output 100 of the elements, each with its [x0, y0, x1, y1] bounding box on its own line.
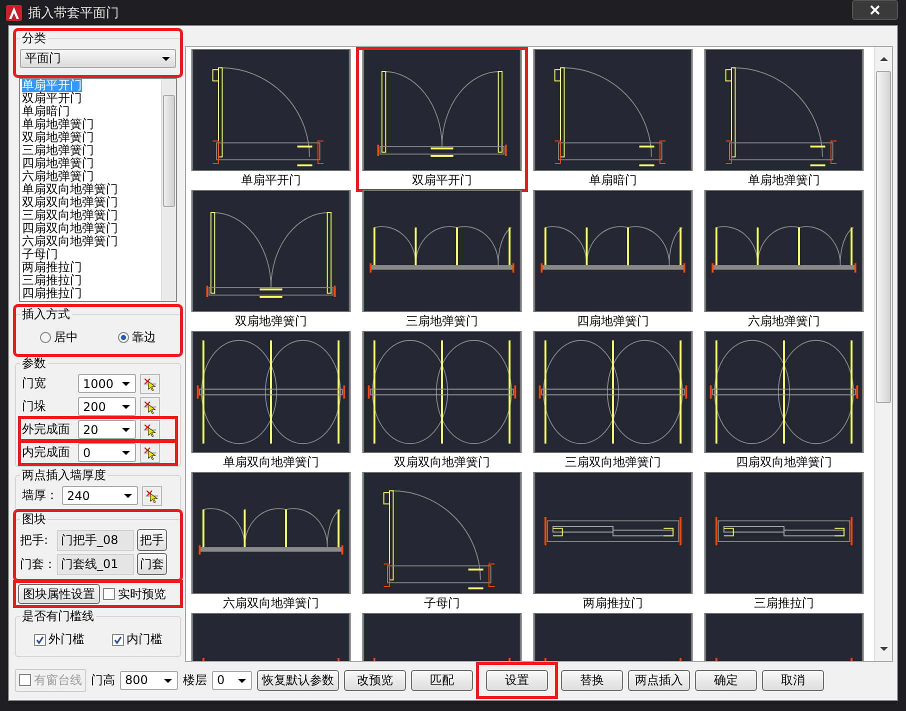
action-button[interactable]: 恢复默认参数 — [257, 670, 339, 690]
scrollbar[interactable] — [161, 79, 176, 301]
pick-button[interactable] — [140, 374, 160, 394]
choose-block-button[interactable]: 把手 — [137, 529, 167, 551]
door-type-label: 两扇推拉门 — [583, 595, 643, 612]
list-item[interactable]: 双扇双向地弹簧门 — [20, 196, 161, 209]
floor-dropdown[interactable]: 0 — [212, 670, 252, 690]
group-title: 插入方式 — [21, 306, 71, 323]
checkmark-icon — [112, 634, 122, 644]
caret-icon — [122, 405, 130, 409]
caret-icon — [122, 428, 130, 432]
list-item[interactable]: 两扇推拉门 — [20, 261, 161, 274]
door-type-label: 六扇地弹簧门 — [748, 313, 820, 330]
door-height-dropdown[interactable]: 800 — [120, 670, 178, 690]
door-type-label: 六扇双向地弹簧门 — [223, 595, 319, 612]
category-dropdown[interactable]: 平面门 — [20, 49, 176, 68]
threshold-checkbox[interactable]: 外门槛 — [34, 631, 84, 648]
list-item[interactable]: 四扇双向地弹簧门 — [20, 222, 161, 235]
list-item[interactable]: 双扇平开门 — [20, 92, 161, 105]
action-button[interactable]: 匹配 — [411, 670, 473, 690]
caret-icon — [238, 678, 246, 682]
caret-icon — [124, 494, 132, 498]
scroll-up-icon — [880, 57, 888, 61]
close-button[interactable] — [852, 0, 898, 20]
action-button[interactable]: 确定 — [695, 670, 757, 690]
door-type-label: 单扇平开门 — [241, 172, 301, 189]
action-button[interactable]: 改预览 — [344, 670, 406, 690]
field-label: 外完成面 — [22, 421, 71, 438]
field-label: 楼层 — [183, 672, 207, 688]
value-dropdown[interactable]: 200 — [78, 397, 136, 416]
radio-option[interactable]: 靠边 — [118, 329, 156, 346]
caret-icon — [122, 451, 130, 455]
window-title: 插入带套平面门 — [28, 4, 119, 22]
close-icon — [870, 5, 880, 15]
list-item[interactable]: 单扇双向地弹簧门 — [20, 183, 161, 196]
list-item[interactable]: 子母门 — [20, 248, 161, 261]
group-title: 是否有门槛线 — [21, 608, 95, 625]
field-label: 把手: — [20, 532, 50, 548]
checkmark-icon — [34, 634, 44, 644]
app-logo-icon — [6, 4, 22, 20]
block-settings-button[interactable]: 图块属性设置 — [18, 584, 100, 604]
pick-point-icon — [143, 422, 157, 436]
field-label: 门高 — [91, 672, 115, 688]
choose-block-button[interactable]: 门套 — [137, 553, 167, 575]
list-item[interactable]: 六扇地弹簧门 — [20, 170, 161, 183]
door-type-label: 双扇平开门 — [412, 172, 472, 189]
pick-button[interactable] — [140, 396, 160, 416]
list-item[interactable]: 六扇双向地弹簧门 — [20, 235, 161, 248]
group-title: 分类 — [21, 30, 47, 47]
door-type-label: 单扇双向地弹簧门 — [223, 454, 319, 471]
door-type-label: 四扇地弹簧门 — [577, 313, 649, 330]
pick-point-icon — [145, 488, 159, 502]
field-label: 门垛 — [22, 398, 47, 415]
action-button[interactable]: 两点插入 — [628, 670, 690, 690]
list-item[interactable]: 三扇双向地弹簧门 — [20, 209, 161, 222]
pick-point-icon — [143, 400, 157, 414]
list-item[interactable]: 四扇地弹簧门 — [20, 157, 161, 170]
action-button[interactable]: 设置 — [486, 670, 548, 690]
door-type-label: 三扇双向地弹簧门 — [565, 454, 661, 471]
pick-button[interactable] — [140, 442, 160, 462]
pick-button[interactable] — [140, 420, 160, 440]
value-dropdown[interactable]: 0 — [78, 443, 136, 462]
action-button[interactable]: 替换 — [561, 670, 623, 690]
wall-thickness-dropdown[interactable]: 240 — [62, 486, 138, 505]
scroll-down-icon — [880, 647, 888, 651]
preview-checkbox[interactable]: 实时预览 — [103, 586, 166, 602]
pick-point-icon — [143, 446, 157, 460]
value-dropdown[interactable]: 20 — [78, 420, 136, 439]
list-item[interactable]: 单扇地弹簧门 — [20, 118, 161, 131]
list-item[interactable]: 四扇推拉门 — [20, 287, 161, 300]
list-item[interactable]: 单扇暗门 — [20, 105, 161, 118]
group-title: 两点插入墙厚度 — [21, 467, 107, 484]
caret-icon — [164, 678, 172, 682]
pick-button[interactable] — [142, 486, 162, 506]
field-label: 门套： — [20, 556, 54, 572]
threshold-checkbox[interactable]: 内门槛 — [112, 631, 162, 648]
door-type-label: 三扇地弹簧门 — [406, 313, 478, 330]
group-title: 图块 — [21, 511, 47, 528]
caret-icon — [122, 382, 130, 386]
door-type-label: 单扇暗门 — [589, 172, 637, 189]
action-button[interactable]: 取消 — [762, 670, 824, 690]
caret-icon — [162, 57, 170, 61]
door-type-label: 四扇双向地弹簧门 — [736, 454, 832, 471]
door-type-label: 单扇地弹簧门 — [748, 172, 820, 189]
field-label: 内完成面 — [22, 444, 71, 461]
list-item[interactable]: 三扇推拉门 — [20, 274, 161, 287]
list-item[interactable]: 三扇地弹簧门 — [20, 144, 161, 157]
door-type-label: 子母门 — [424, 595, 460, 612]
block-name-field: 门套线_01 — [57, 554, 134, 574]
pick-point-icon — [143, 376, 157, 390]
field-label: 门宽 — [22, 375, 47, 392]
value-dropdown[interactable]: 1000 — [78, 374, 136, 393]
door-type-label: 双扇地弹簧门 — [235, 313, 307, 330]
list-item[interactable]: 双扇地弹簧门 — [20, 131, 161, 144]
door-type-label: 双扇双向地弹簧门 — [394, 454, 490, 471]
scrollbar[interactable] — [874, 47, 892, 661]
group-title: 参数 — [21, 355, 47, 372]
block-name-field: 门把手_08 — [57, 530, 134, 550]
radio-option[interactable]: 居中 — [40, 329, 78, 346]
field-label: 墙厚： — [22, 487, 58, 504]
